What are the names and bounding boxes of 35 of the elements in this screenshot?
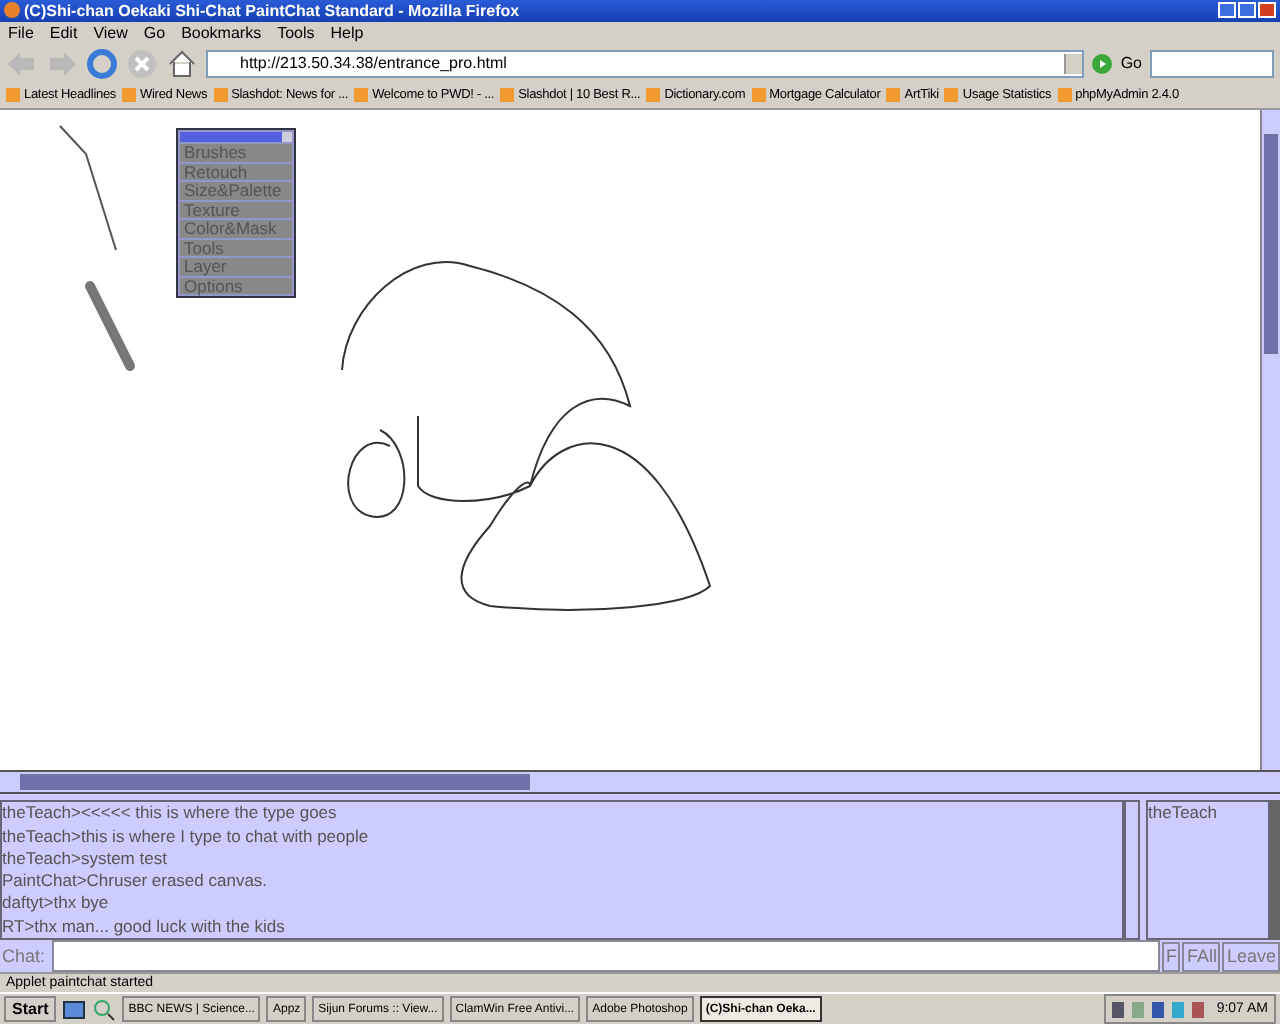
chat-message: theTeach>system test xyxy=(2,847,169,871)
chat-message: theTeach><<<<< this is where the type goes xyxy=(2,802,339,826)
chat-message: RT>thx man... good luck with the kids xyxy=(2,915,287,938)
go-icon[interactable] xyxy=(1092,53,1113,74)
menu-item[interactable]: Go xyxy=(143,23,166,42)
chat-scrollbar[interactable] xyxy=(1124,800,1140,940)
firefox-icon xyxy=(4,2,20,19)
go-button[interactable]: Go xyxy=(1120,54,1142,73)
menu-item[interactable]: Edit xyxy=(49,23,78,42)
start-button[interactable]: Start xyxy=(4,996,57,1022)
search-icon[interactable] xyxy=(92,997,117,1021)
address-field[interactable]: http://213.50.34.38/entrance_pro.html xyxy=(206,49,1085,78)
horizontal-scrollbar[interactable] xyxy=(0,770,1280,795)
chat-message: daftyt>thx bye xyxy=(2,892,111,916)
minimize-button[interactable] xyxy=(1218,2,1236,19)
menu-item[interactable]: View xyxy=(93,23,128,42)
user-scrollbar[interactable] xyxy=(1270,800,1280,940)
chat-input[interactable] xyxy=(52,940,1160,972)
chat-message: theTeach>this is where I type to chat with people xyxy=(2,825,371,848)
search-field[interactable] xyxy=(1150,49,1274,78)
vertical-scrollbar[interactable] xyxy=(1260,110,1280,771)
menu-item[interactable]: Bookmarks xyxy=(181,23,262,42)
home-icon[interactable] xyxy=(166,47,198,80)
menu-item[interactable]: Tools xyxy=(277,23,315,42)
menu-item[interactable]: Help xyxy=(330,23,364,42)
close-button[interactable] xyxy=(1258,2,1276,19)
chat-message: PaintChat>Chruser erased canvas. xyxy=(2,870,270,893)
close-icon[interactable] xyxy=(282,132,292,143)
maximize-button[interactable] xyxy=(1238,2,1256,19)
chat-label: Chat: xyxy=(0,946,48,966)
tray-icons-drawing xyxy=(1112,1001,1205,1017)
user-name[interactable]: theTeach xyxy=(1148,802,1268,826)
desktop-icon[interactable] xyxy=(62,997,87,1021)
window-title: (C)Shi-chan Oekaki Shi-Chat PaintChat Standard - Mozilla Firefox xyxy=(24,1,522,20)
menu-item[interactable]: File xyxy=(8,23,34,42)
